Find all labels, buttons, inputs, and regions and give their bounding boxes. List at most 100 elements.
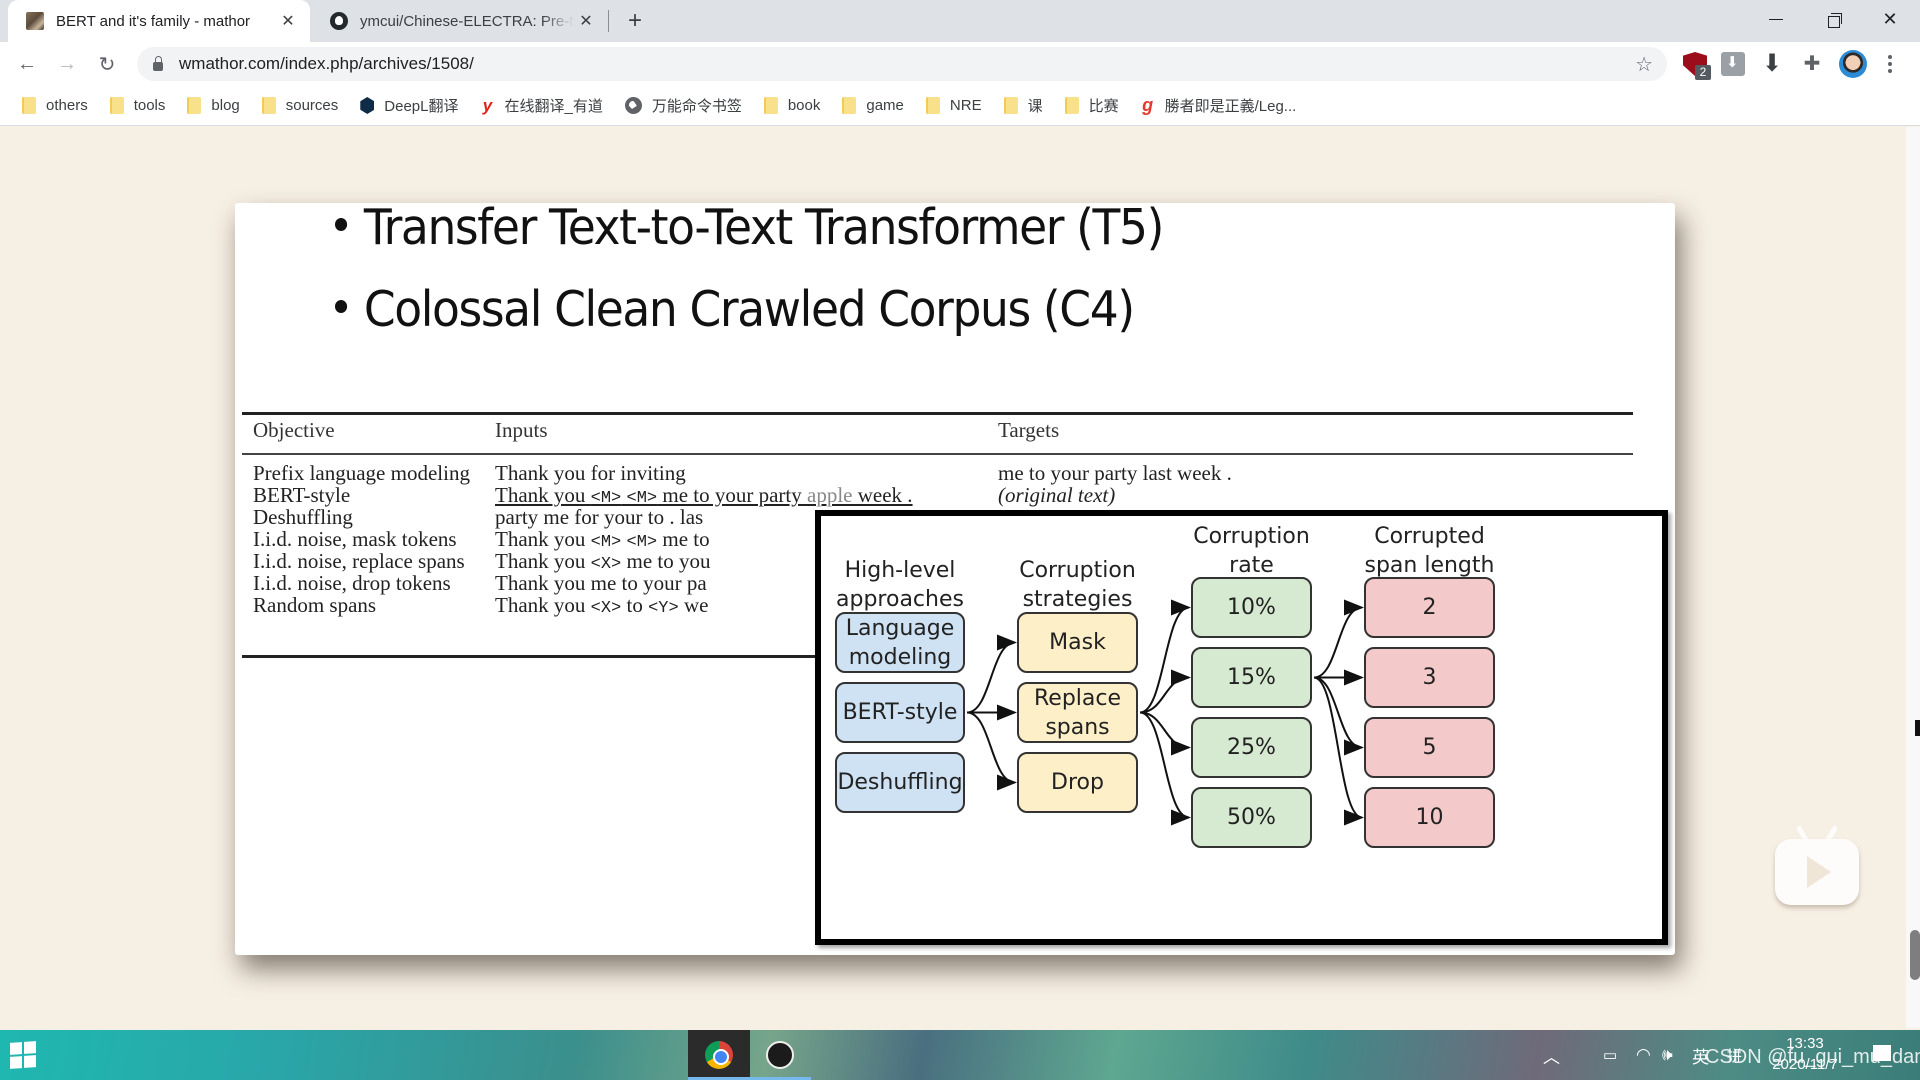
profile-avatar[interactable] [1839, 50, 1867, 78]
tab-separator [608, 10, 609, 32]
bookmark-label: 在线翻译_有道 [504, 98, 603, 115]
folder-icon [187, 97, 202, 114]
bookmark-item[interactable]: 万能命令书签 [617, 92, 750, 120]
diagram-arrow [1313, 599, 1364, 679]
bookmark-item[interactable]: game [834, 92, 912, 120]
diagram-node: Deshuffling [835, 752, 965, 813]
bookmark-item[interactable]: y 在线翻译_有道 [472, 92, 610, 120]
extension-badge: 2 [1695, 65, 1711, 80]
diagram-node: 10 [1364, 787, 1495, 848]
bookmark-label: tools [133, 97, 166, 114]
column-header: Corrupted span length [1364, 524, 1495, 578]
bookmark-item[interactable]: sources [254, 92, 347, 120]
bookmark-item[interactable]: others [14, 92, 96, 120]
diagram-arrow [966, 711, 1017, 791]
bookmark-item[interactable]: 比赛 [1057, 92, 1127, 120]
close-tab-icon[interactable]: ✕ [276, 9, 300, 33]
bookmark-label: DeepL翻译 [384, 98, 459, 115]
diagram-arrow [1139, 599, 1191, 714]
screen: BERT and it's family - mathor ✕ ymcui/Ch… [0, 0, 1920, 1080]
minimize-button[interactable] [1748, 0, 1804, 38]
row-input: Thank you <X> to <Y> we [495, 593, 709, 618]
close-tab-icon[interactable]: ✕ [574, 9, 598, 33]
url-text[interactable]: wmathor.com/index.php/archives/1508/ [179, 54, 474, 74]
bookmark-item[interactable]: blog [179, 92, 247, 120]
bookmark-item[interactable]: tools [102, 92, 174, 120]
extensions-puzzle-icon[interactable]: ✚ [1800, 52, 1824, 76]
bookmark-label: 万能命令书签 [651, 98, 742, 115]
arrow-left-icon: ← [17, 52, 37, 75]
bookmark-label: NRE [949, 97, 982, 114]
wifi-icon[interactable]: ◠ [1636, 1030, 1651, 1080]
tab-title: BERT and it's family - mathor [56, 12, 251, 30]
floating-video-button[interactable] [1775, 824, 1859, 905]
menu-kebab-icon[interactable] [1882, 50, 1898, 78]
bookmark-label: others [46, 97, 88, 114]
t5-objectives-diagram: High-level approaches Language modeling BE… [815, 510, 1668, 945]
taskbar-obs[interactable] [749, 1030, 811, 1080]
arrow-right-icon: → [57, 52, 77, 75]
folder-icon [763, 97, 778, 114]
diagram-arrow [966, 634, 1017, 714]
bookmark-item[interactable]: NRE [918, 92, 990, 120]
folder-icon [925, 97, 940, 114]
portrait-icon [26, 12, 44, 30]
bookmark-item[interactable]: g 勝者即是正義/Leg... [1133, 92, 1305, 120]
diagram-arrow [1313, 676, 1364, 756]
forward-button[interactable]: → [51, 48, 83, 80]
bookmark-label: sources [285, 97, 339, 114]
close-window-button[interactable]: ✕ [1862, 0, 1918, 38]
battery-icon[interactable]: ▭ [1603, 1030, 1617, 1080]
tray-expand-icon[interactable]: ︿ [1543, 1030, 1560, 1080]
tab-bert-family[interactable]: BERT and it's family - mathor ✕ [8, 0, 310, 42]
diagram-node: 10% [1191, 577, 1312, 638]
diagram-arrow [1139, 669, 1191, 714]
bookmarks-bar: others tools blog sources DeepL翻译 y 在线翻译_有道 万能命… [0, 86, 1920, 126]
scrollbar-thumb[interactable] [1910, 930, 1920, 980]
slide: Transfer Text-to-Text Transformer (T5) C… [235, 203, 1675, 955]
bookmark-item[interactable]: DeepL翻译 [352, 92, 466, 120]
bookmark-item[interactable]: book [756, 92, 829, 120]
bookmark-star-icon[interactable]: ☆ [1635, 52, 1653, 77]
diagram-node: 50% [1191, 787, 1312, 848]
diagram-arrow [1139, 711, 1191, 826]
lock-icon[interactable] [153, 56, 163, 71]
volume-icon[interactable]: 🕪 [1662, 1030, 1673, 1080]
bullet-t5: Transfer Text-to-Text Transformer (T5) [335, 203, 1164, 256]
diagram-arrow [1139, 711, 1191, 756]
download-arrow-extension-icon[interactable]: ⬇ [1760, 52, 1784, 76]
github-icon [330, 12, 348, 30]
diagram-node: 15% [1191, 647, 1312, 708]
bookmark-label: 勝者即是正義/Leg... [1164, 98, 1297, 115]
reload-button[interactable]: ↻ [91, 48, 123, 80]
new-tab-button[interactable]: + [620, 7, 650, 35]
table-top-rule [242, 412, 1633, 415]
download-manager-extension-icon[interactable] [1721, 52, 1745, 76]
back-button[interactable]: ← [11, 48, 43, 80]
youdao-icon: y [482, 96, 493, 115]
minimize-icon [1769, 18, 1783, 20]
diagram-node: Replace spans [1017, 682, 1138, 743]
windows-start-icon[interactable] [10, 1041, 36, 1069]
diagram-node: 2 [1364, 577, 1495, 638]
diagram-node: BERT-style [835, 682, 965, 743]
folder-icon [1064, 97, 1079, 114]
globe-icon [624, 97, 642, 114]
obs-icon [766, 1041, 794, 1069]
row-objective: Random spans [253, 593, 377, 617]
row-target: (original text) [998, 483, 1116, 507]
chrome-icon [705, 1041, 733, 1069]
address-bar[interactable]: wmathor.com/index.php/archives/1508/ ☆ [137, 47, 1667, 81]
taskbar-chrome[interactable] [688, 1030, 750, 1080]
diagram-node: 5 [1364, 717, 1495, 778]
deepl-icon [360, 97, 375, 114]
tab-chinese-electra[interactable]: ymcui/Chinese-ELECTRA: Pre-t ✕ [312, 0, 608, 42]
header-inputs: Inputs [495, 418, 548, 442]
scrollbar-track[interactable] [1906, 127, 1920, 1028]
notification-center-icon[interactable] [1873, 1045, 1891, 1061]
bookmark-item[interactable]: 课 [996, 92, 1051, 120]
bookmark-label: 课 [1027, 98, 1043, 115]
column-header: Corruption rate [1193, 524, 1310, 578]
restore-button[interactable] [1806, 0, 1862, 38]
toolbar: ← → ↻ wmathor.com/index.php/archives/150… [0, 42, 1920, 86]
